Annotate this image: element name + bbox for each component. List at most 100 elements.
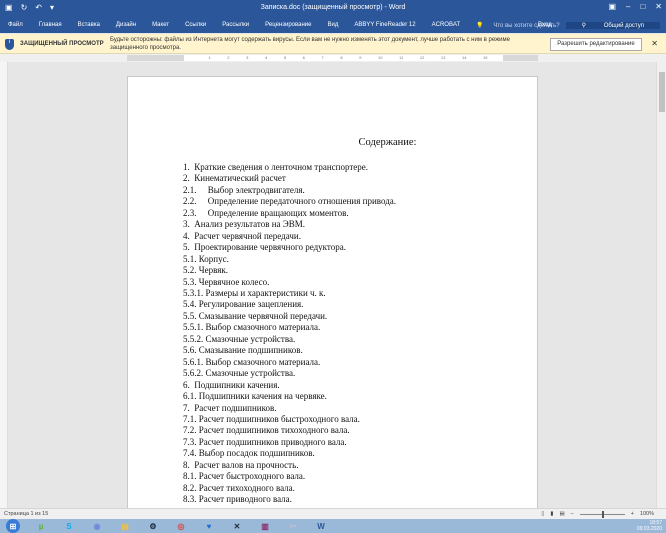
horizontal-ruler[interactable]: 3211234567891011121314151617	[0, 54, 666, 62]
ruler-tick: 7	[321, 55, 324, 60]
ruler-tick: 14	[461, 55, 467, 60]
tab-5[interactable]: Ссылки	[177, 22, 214, 28]
toc-entry[interactable]: 7.1. Расчет подшипников быстроходного ва…	[183, 414, 396, 425]
close-button[interactable]: ✕	[655, 2, 662, 11]
tab-2[interactable]: Вставка	[70, 22, 108, 28]
toc-entry[interactable]: 8.3. Расчет приводного вала.	[183, 494, 396, 505]
tab-3[interactable]: Дизайн	[108, 22, 144, 28]
toc-entry[interactable]: 7.2. Расчет подшипников тихоходного вала…	[183, 425, 396, 436]
enable-editing-button[interactable]: Разрешить редактирование	[550, 38, 642, 51]
tab-7[interactable]: Рецензирование	[257, 22, 319, 28]
toc-entry[interactable]: 8.1. Расчет быстроходного вала.	[183, 471, 396, 482]
toc-entry[interactable]: 8.2. Расчет тихоходного вала.	[183, 483, 396, 494]
scroll-thumb[interactable]	[659, 72, 665, 112]
document-area: Содержание: 1. Краткие сведения о ленточ…	[8, 62, 656, 508]
app-x-icon[interactable]: ✕	[226, 519, 248, 533]
start-icon[interactable]: ⊞	[6, 519, 20, 533]
document-page[interactable]: Содержание: 1. Краткие сведения о ленточ…	[127, 76, 538, 508]
person-icon: ⚲	[581, 22, 587, 29]
toc-entry[interactable]: 5.3.1. Размеры и характеристики ч. к.	[183, 288, 396, 299]
ruler-tick: 2	[227, 55, 230, 60]
chrome-icon[interactable]: ◎	[170, 519, 192, 533]
tab-9[interactable]: ABBYY FineReader 12	[346, 22, 423, 28]
share-label: Общий доступ	[603, 22, 644, 29]
discord-icon[interactable]: ◉	[86, 519, 108, 533]
tool-app-icon[interactable]: ✂	[282, 519, 304, 533]
utorrent-icon[interactable]: µ	[30, 519, 52, 533]
toc-entry[interactable]: 2. Кинематический расчет	[183, 173, 396, 184]
toc-entry[interactable]: 5.2. Червяк.	[183, 265, 396, 276]
protected-view-message: Будьте осторожны: файлы из Интернета мог…	[110, 37, 510, 51]
tab-0[interactable]: Файл	[0, 22, 31, 28]
ruler-tick: 5	[283, 55, 287, 60]
explorer-icon[interactable]: ▤	[114, 519, 136, 533]
tab-6[interactable]: Рассылки	[214, 22, 257, 28]
tab-4[interactable]: Макет	[144, 22, 177, 28]
shield-icon: i	[5, 39, 14, 50]
ruler-tick: 11	[399, 55, 404, 60]
maximize-button[interactable]: □	[640, 2, 645, 11]
clock-date[interactable]: 09.03.2020	[637, 526, 662, 532]
vertical-scrollbar[interactable]	[656, 62, 666, 508]
vertical-ruler[interactable]	[0, 62, 8, 508]
word-icon[interactable]: W	[310, 519, 332, 533]
minimize-button[interactable]: –	[626, 2, 630, 11]
status-bar: Страница 1 из 15 ▯ ▮ ▤ – + 100%	[0, 508, 666, 519]
ruler-tick: 1	[208, 55, 211, 60]
toc-entry[interactable]: 7.3. Расчет подшипников приводного вала.	[183, 437, 396, 448]
toc-entry[interactable]: 2.2. Определение передаточного отношения…	[183, 196, 396, 207]
zoom-slider[interactable]	[579, 510, 625, 518]
ribbon-tabs: Файл Главная Вставка Дизайн Макет Ссылки Рассы…	[0, 17, 666, 33]
ruler-tick: 6	[302, 55, 305, 60]
share-button[interactable]: ⚲ Общий доступ	[565, 21, 660, 29]
toc-entry[interactable]: 7. Расчет подшипников.	[183, 403, 396, 414]
toc-entry[interactable]: 7.4. Выбор посадок подшипников.	[183, 448, 396, 459]
page-count[interactable]: Страница 1 из 15	[4, 511, 48, 517]
zoom-out-button[interactable]: –	[571, 511, 574, 517]
toc-entry[interactable]: 5.5.1. Выбор смазочного материала.	[183, 322, 396, 333]
taskbar: ⊞ µ S ◉ ▤ ⚙ ◎ ♥ ✕ ▥ ✂ W 18:57 09.03.2020	[0, 519, 666, 533]
toc-entry[interactable]: 3. Анализ результатов на ЭВМ.	[183, 219, 396, 230]
signin-link[interactable]: Вход	[530, 22, 560, 28]
tab-1[interactable]: Главная	[31, 22, 70, 28]
web-layout-icon[interactable]: ▤	[559, 511, 564, 517]
steam-icon[interactable]: ⚙	[142, 519, 164, 533]
toc-entry[interactable]: 6.1. Подшипники качения на червяке.	[183, 391, 396, 402]
toc-entry[interactable]: 5.6. Смазывание подшипников.	[183, 345, 396, 356]
read-mode-icon[interactable]: ▯	[541, 511, 544, 517]
system-tray: 18:57 09.03.2020	[637, 520, 662, 532]
skype-icon[interactable]: S	[58, 519, 80, 533]
toc-entry[interactable]: 4. Расчет червячной передачи.	[183, 231, 396, 242]
protected-view-bar: i ЗАЩИЩЕННЫЙ ПРОСМОТР Будьте осторожны: …	[0, 34, 666, 54]
tab-8[interactable]: Вид	[319, 22, 346, 28]
zoom-in-button[interactable]: +	[631, 511, 634, 517]
ruler-tick: 13	[440, 55, 446, 60]
toc-entry[interactable]: 5. Проектирование червячного редуктора.	[183, 242, 396, 253]
heart-app-icon[interactable]: ♥	[198, 519, 220, 533]
winrar-icon[interactable]: ▥	[254, 519, 276, 533]
ruler-tick: 8	[340, 55, 343, 60]
toc-entry[interactable]: 5.6.1. Выбор смазочного материала.	[183, 357, 396, 368]
protected-view-label: ЗАЩИЩЕННЫЙ ПРОСМОТР	[20, 41, 104, 47]
ruler-tick: 3	[246, 55, 249, 60]
ruler-tick: 15	[483, 55, 488, 60]
toc-entry[interactable]: 2.3. Определение вращающих моментов.	[183, 208, 396, 219]
toc-entry[interactable]: 5.4. Регулирование зацепления.	[183, 299, 396, 310]
toc-entry[interactable]: 5.5. Смазывание червячной передачи.	[183, 311, 396, 322]
tab-10[interactable]: ACROBAT	[424, 22, 469, 28]
toc-entry[interactable]: 5.1. Корпус.	[183, 254, 396, 265]
toc-entry[interactable]: 5.3. Червячное колесо.	[183, 277, 396, 288]
zoom-level[interactable]: 100%	[640, 511, 654, 517]
close-bar-icon[interactable]: ✕	[651, 39, 658, 48]
toc-entry[interactable]: 2.1. Выбор электродвигателя.	[183, 185, 396, 196]
toc-entry[interactable]: 5.5.2. Смазочные устройства.	[183, 334, 396, 345]
table-of-contents: 1. Краткие сведения о ленточном транспор…	[183, 162, 396, 506]
toc-entry[interactable]: 8. Расчет валов на прочность.	[183, 460, 396, 471]
toc-entry[interactable]: 6. Подшипники качения.	[183, 380, 396, 391]
window-title: Записка.doc (защищенный просмотр) - Word	[260, 4, 406, 11]
ruler-tick: 9	[359, 55, 362, 60]
toc-entry[interactable]: 1. Краткие сведения о ленточном транспор…	[183, 162, 396, 173]
print-layout-icon[interactable]: ▮	[550, 511, 553, 517]
toc-entry[interactable]: 5.6.2. Смазочные устройства.	[183, 368, 396, 379]
ribbon-options-icon[interactable]: ▣	[608, 2, 616, 11]
